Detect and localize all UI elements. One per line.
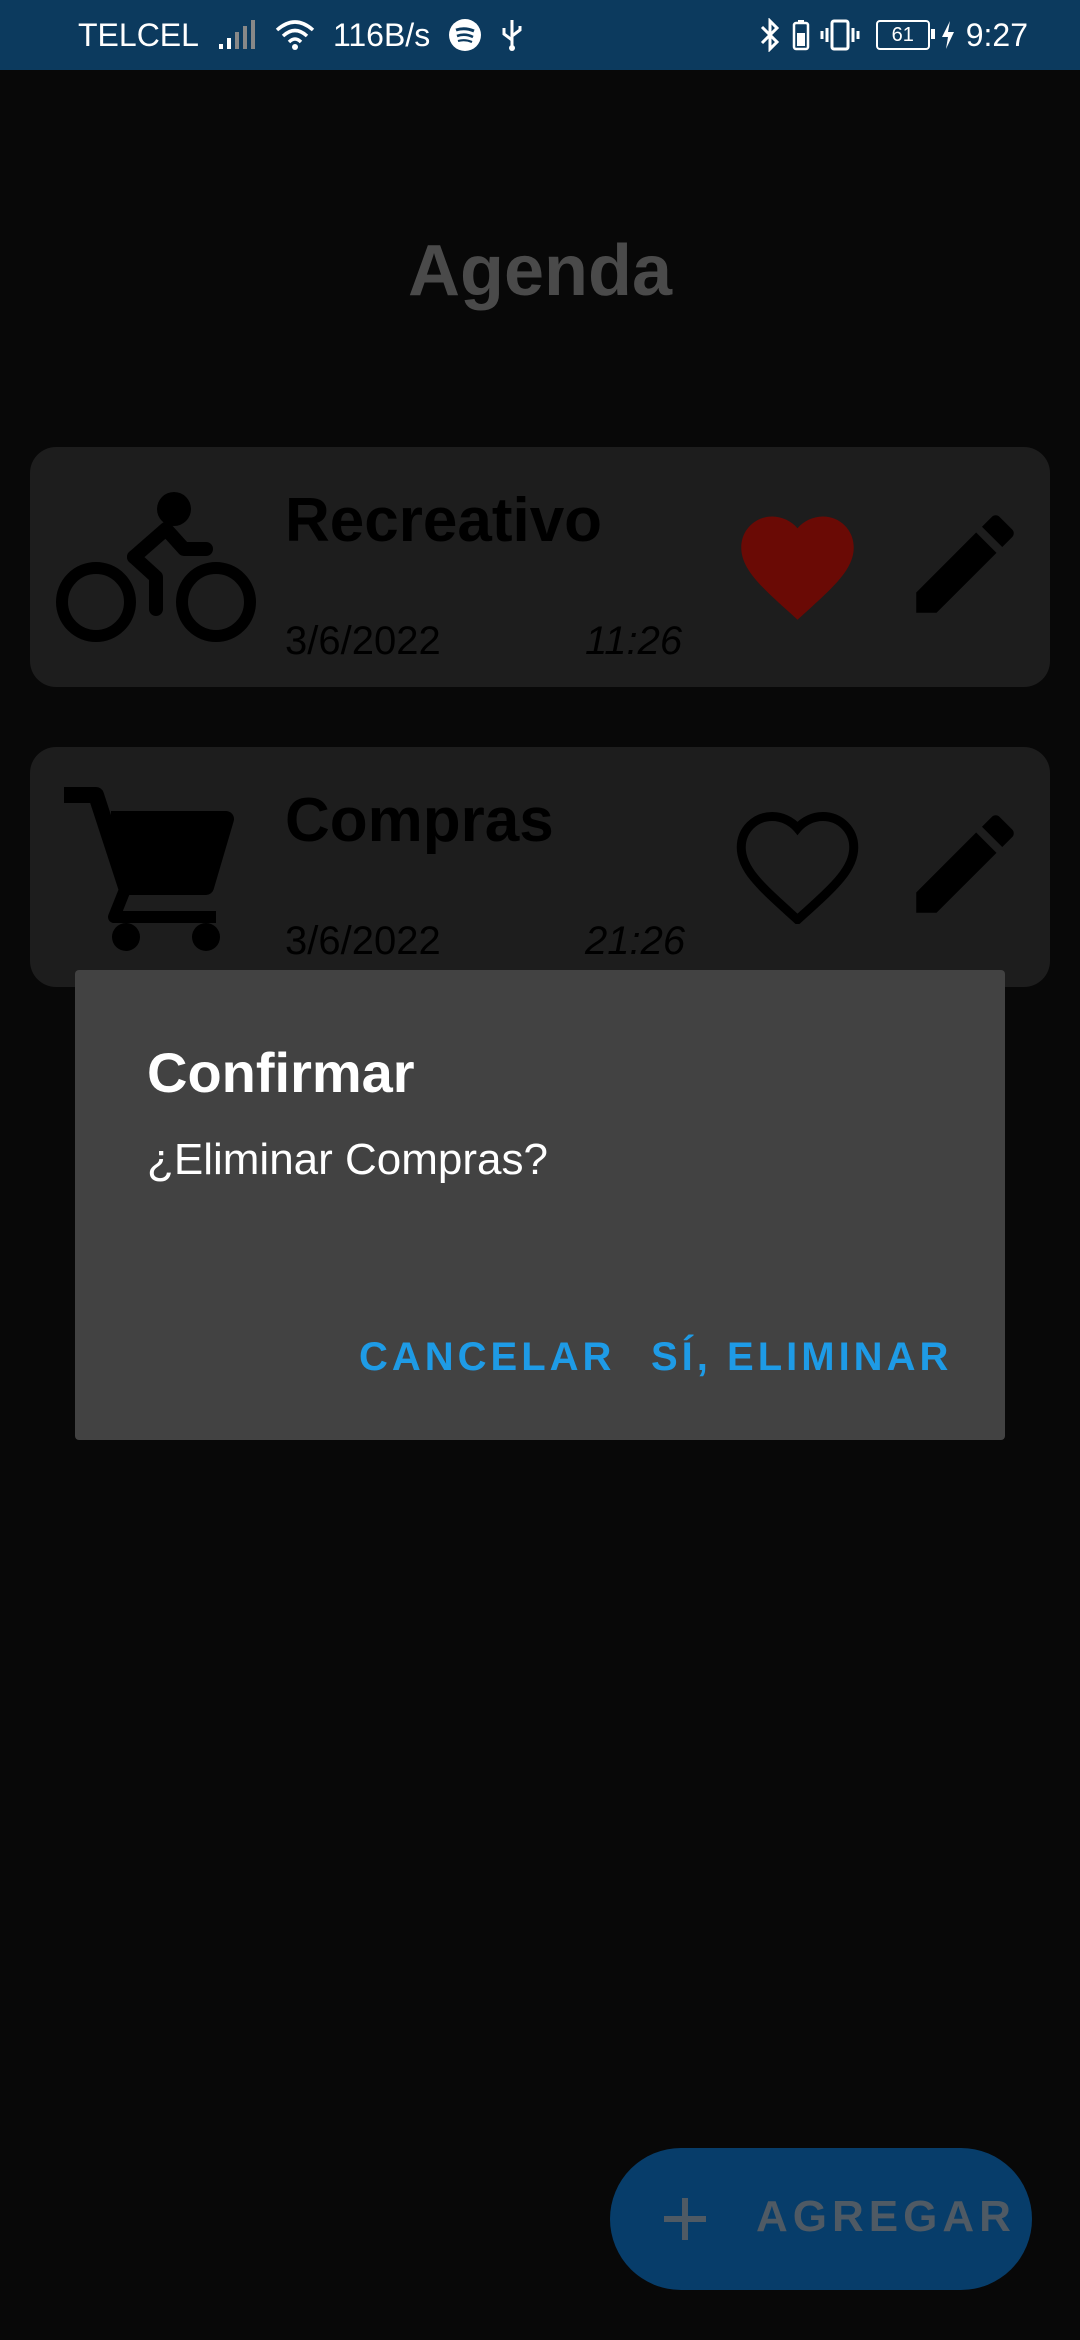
usb-icon [500, 18, 524, 52]
card-date: 3/6/2022 [285, 919, 441, 963]
card-title: Recreativo [285, 486, 603, 555]
bluetooth-icon [758, 18, 782, 52]
network-speed: 116B/s [332, 16, 431, 53]
battery-indicator: 61 [875, 20, 935, 50]
dialog-title: Confirmar [147, 1041, 415, 1104]
clock: 9:27 [965, 16, 1028, 53]
status-bar: TELCEL 116B/s 61 9:27 [0, 0, 1080, 70]
confirm-delete-button[interactable]: SÍ, ELIMINAR [651, 1335, 952, 1380]
signal-icon [217, 20, 257, 50]
carrier-label: TELCEL [78, 16, 199, 53]
card-time: 11:26 [585, 619, 683, 663]
card-date: 3/6/2022 [285, 619, 441, 663]
pencil-icon[interactable] [900, 499, 1030, 629]
page-title: Agenda [407, 231, 673, 311]
agenda-card-compras[interactable]: Compras 3/6/2022 21:26 [30, 747, 1050, 987]
wifi-icon [275, 19, 315, 51]
vibrate-icon [820, 18, 860, 52]
confirm-dialog: Confirmar ¿Eliminar Compras? CANCELAR SÍ… [75, 970, 1005, 1440]
agenda-card-recreativo[interactable]: Recreativo 3/6/2022 11:26 [30, 447, 1050, 687]
add-button[interactable]: AGREGAR [610, 2148, 1032, 2290]
dialog-message: ¿Eliminar Compras? [147, 1135, 548, 1184]
headset-battery-icon [792, 19, 810, 51]
spotify-icon [448, 18, 482, 52]
heart-outline-icon[interactable] [730, 799, 865, 924]
card-time: 21:26 [585, 919, 686, 963]
battery-level: 61 [891, 23, 914, 46]
charging-icon [940, 20, 956, 50]
add-button-label: AGREGAR [756, 2192, 1016, 2241]
cart-icon [64, 787, 234, 951]
card-title: Compras [285, 786, 554, 855]
bicycle-icon [56, 492, 256, 642]
pencil-icon[interactable] [900, 799, 1030, 929]
heart-filled-icon[interactable] [730, 499, 865, 624]
plus-icon [664, 2198, 706, 2240]
cancel-button[interactable]: CANCELAR [359, 1335, 615, 1380]
